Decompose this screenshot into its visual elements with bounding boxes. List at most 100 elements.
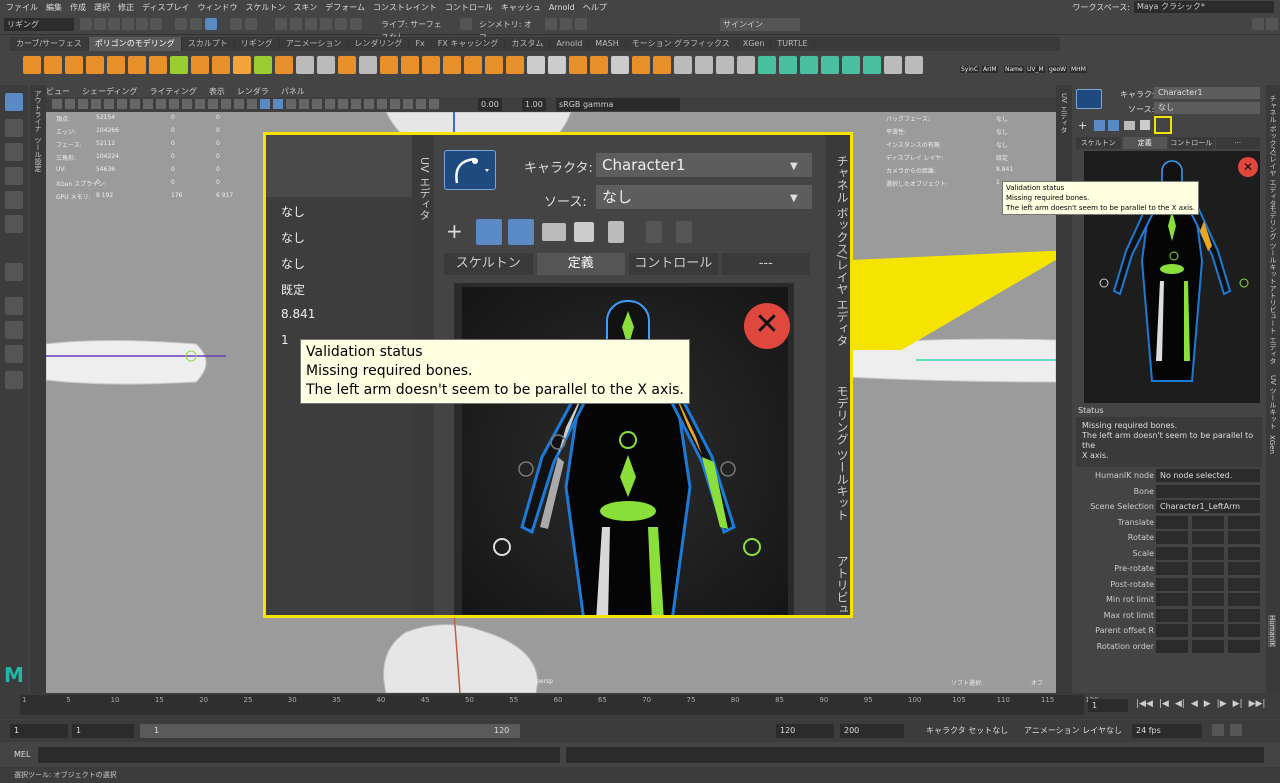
shelf-tool-0-icon[interactable] <box>23 56 41 74</box>
error-icon[interactable]: ✕ <box>1238 157 1258 177</box>
zoom-uv-editor-tab[interactable]: UV エディタ <box>416 157 432 220</box>
shelf-tool-27-icon[interactable] <box>590 56 608 74</box>
zoom-source-chevron-icon[interactable]: ▼ <box>790 193 798 204</box>
prop-5-cell-0[interactable] <box>1156 546 1188 560</box>
playback-end-field[interactable]: 120 <box>776 724 834 738</box>
end-frame-field[interactable]: 200 <box>840 724 904 738</box>
panel-tool-28-icon[interactable] <box>416 99 426 109</box>
prop-11-cell-0[interactable] <box>1156 639 1188 653</box>
shelf-tool-20-icon[interactable] <box>443 56 461 74</box>
prop-10-cell-0[interactable] <box>1156 624 1188 637</box>
shelf-tool-8-icon[interactable] <box>191 56 209 74</box>
shelf-tool-2-icon[interactable] <box>65 56 83 74</box>
lock-icon[interactable] <box>1094 120 1105 131</box>
zoom-character-icon[interactable] <box>444 150 496 190</box>
render-settings-icon[interactable] <box>575 18 587 30</box>
panel-tool-21-icon[interactable] <box>325 99 335 109</box>
goto-start-icon[interactable]: |◀◀ <box>1136 699 1153 709</box>
step-back-icon[interactable]: ◀| <box>1175 699 1185 709</box>
add-icon[interactable]: + <box>1078 119 1087 132</box>
new-scene-icon[interactable] <box>94 18 106 30</box>
shelf-tool-14-icon[interactable] <box>317 56 335 74</box>
shelf-tab-11[interactable]: モーション グラフィックス <box>626 37 737 51</box>
shelf-tool-11-icon[interactable] <box>254 56 272 74</box>
panel-menu-1[interactable]: シェーディング <box>82 86 137 97</box>
shelf-tool-24-icon[interactable] <box>527 56 545 74</box>
snap-view-icon[interactable] <box>290 18 302 30</box>
render-icon[interactable] <box>545 18 557 30</box>
prop-10-cell-1[interactable] <box>1192 624 1224 637</box>
character-icon[interactable] <box>1076 89 1102 109</box>
auto-key-icon[interactable] <box>1230 724 1242 736</box>
shelf-tab-5[interactable]: レンダリング <box>348 37 410 51</box>
shelf-label-3[interactable]: UV_M <box>1026 66 1045 73</box>
menu-item-3[interactable]: 選択 <box>94 2 110 13</box>
anim-layer-dropdown[interactable]: アニメーション レイヤなし <box>1024 725 1122 736</box>
panel-menu-5[interactable]: パネル <box>281 86 305 97</box>
shelf-tab-10[interactable]: MASH <box>589 37 626 51</box>
hik-tab-0[interactable]: スケルトン <box>1076 137 1121 149</box>
zoom-source-dropdown[interactable]: なし <box>596 185 812 209</box>
step-back-key-icon[interactable]: |◀ <box>1159 699 1169 709</box>
open-icon[interactable] <box>1124 121 1135 130</box>
side-tab-5[interactable]: HumanIK <box>1268 615 1276 647</box>
rotate-tool-icon[interactable] <box>5 191 23 209</box>
undo-icon[interactable] <box>136 18 148 30</box>
menu-item-5[interactable]: ディスプレイ <box>142 2 189 13</box>
move-tool-icon[interactable] <box>5 167 23 185</box>
menu-item-14[interactable]: ヘルプ <box>583 2 607 13</box>
shelf-tool-41-icon[interactable] <box>884 56 902 74</box>
shelf-tab-13[interactable]: TURTLE <box>771 37 815 51</box>
shelf-tab-9[interactable]: Arnold <box>550 37 590 51</box>
panel-tool-11-icon[interactable] <box>195 99 205 109</box>
prop-3-cell-2[interactable] <box>1228 515 1260 529</box>
shelf-tool-34-icon[interactable] <box>737 56 755 74</box>
open-scene-icon[interactable] <box>108 18 120 30</box>
shelf-tool-7-icon[interactable] <box>170 56 188 74</box>
shelf-tool-31-icon[interactable] <box>674 56 692 74</box>
panel-tool-12-icon[interactable] <box>208 99 218 109</box>
snap-point-icon[interactable] <box>275 18 287 30</box>
prop-7-cell-0[interactable] <box>1156 577 1188 591</box>
time-ruler[interactable] <box>20 695 1084 715</box>
menu-item-0[interactable]: ファイル <box>6 2 38 13</box>
panel-menu-0[interactable]: ビュー <box>46 86 70 97</box>
channel-toggle-icon[interactable] <box>1266 18 1278 30</box>
zoom-attribute-tab[interactable]: アトリビュ <box>834 555 850 615</box>
prop-3-cell-0[interactable] <box>1156 515 1188 529</box>
prop-value-0[interactable]: No node selected. <box>1156 469 1260 482</box>
prop-value-2[interactable]: Character1_LeftArm <box>1156 500 1260 513</box>
redo-icon[interactable] <box>150 18 162 30</box>
panel-tool-5-icon[interactable] <box>117 99 127 109</box>
time-slider[interactable]: 1 5 10 15 20 25 30 35 40 45 50 55 60 65 70 75 80 85 90 95 10… <box>0 693 1280 719</box>
shelf-tool-28-icon[interactable] <box>611 56 629 74</box>
shelf-tool-42-icon[interactable] <box>905 56 923 74</box>
zoom-modeling-toolkit-tab[interactable]: モデリング ツールキット <box>834 385 850 521</box>
panel-tool-0-icon[interactable] <box>52 99 62 109</box>
ipr-icon[interactable] <box>560 18 572 30</box>
panel-tool-15-icon[interactable] <box>247 99 257 109</box>
save-scene-icon[interactable] <box>122 18 134 30</box>
outliner-layout-icon[interactable] <box>5 371 23 389</box>
symmetry-icon[interactable] <box>460 18 472 30</box>
zoom-mirror-icon[interactable] <box>508 219 534 245</box>
shelf-tool-9-icon[interactable] <box>212 56 230 74</box>
snap-vertex-icon[interactable] <box>320 18 332 30</box>
hik-tab-2[interactable]: コントロール <box>1169 137 1214 149</box>
paint-select-icon[interactable] <box>5 143 23 161</box>
select-component-icon[interactable] <box>205 18 217 30</box>
panel-tool-17-icon[interactable] <box>273 99 283 109</box>
panel-tool-19-icon[interactable] <box>299 99 309 109</box>
panel-menu-2[interactable]: ライティング <box>149 86 196 97</box>
prop-11-cell-1[interactable] <box>1192 639 1224 653</box>
panel-tool-10-icon[interactable] <box>182 99 192 109</box>
four-view-icon[interactable] <box>5 321 23 339</box>
prop-3-cell-1[interactable] <box>1192 515 1224 529</box>
shelf-tab-3[interactable]: リギング <box>235 37 280 51</box>
shelf-tool-39-icon[interactable] <box>842 56 860 74</box>
shelf-tool-38-icon[interactable] <box>821 56 839 74</box>
prop-4-cell-2[interactable] <box>1228 531 1260 544</box>
zoom-open-icon[interactable] <box>542 223 566 241</box>
shelf-tool-26-icon[interactable] <box>569 56 587 74</box>
shelf-tool-19-icon[interactable] <box>422 56 440 74</box>
